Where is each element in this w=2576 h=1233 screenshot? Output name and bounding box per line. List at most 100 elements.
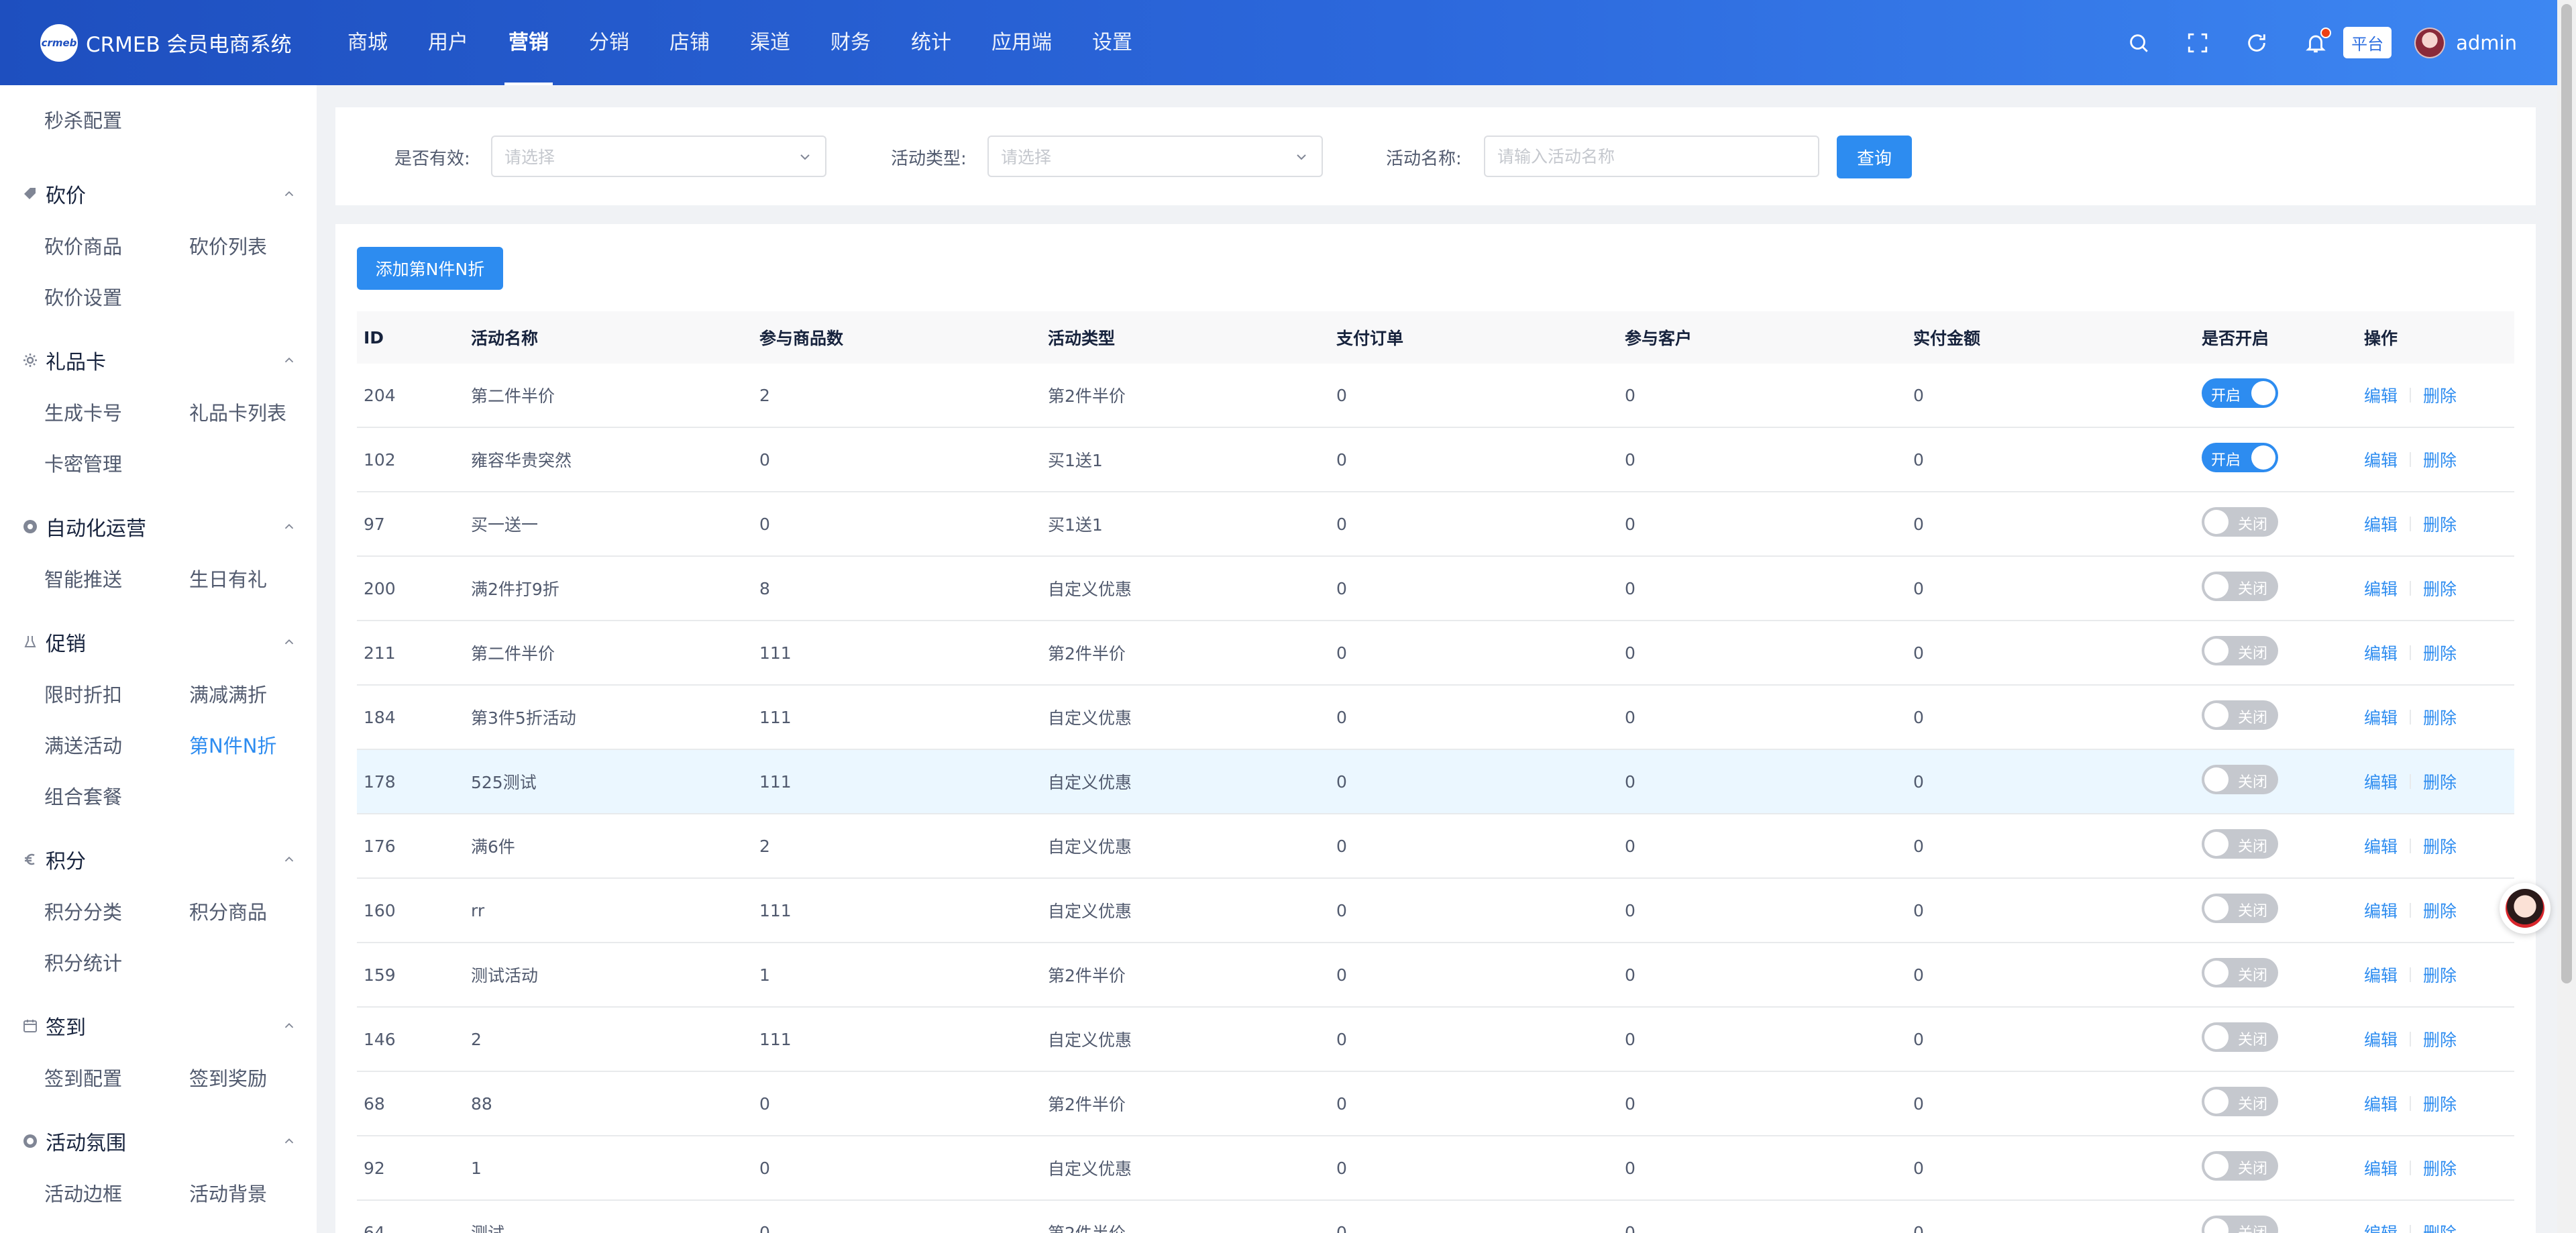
fullscreen-icon[interactable] — [2186, 32, 2209, 54]
search-icon[interactable] — [2127, 32, 2150, 54]
sidebar-group[interactable]: 活动氛围 — [21, 1126, 297, 1156]
edit-link[interactable]: 编辑 — [2364, 769, 2398, 794]
top-nav-item[interactable]: 用户 — [428, 0, 468, 85]
edit-link[interactable]: 编辑 — [2364, 705, 2398, 729]
table-row: 200 满2件打9折 8 自定义优惠 0 0 0 关闭 编辑 删除 — [357, 557, 2514, 621]
sidebar-item[interactable]: 积分分类 — [44, 897, 122, 925]
type-select[interactable]: 请选择 — [987, 136, 1323, 177]
edit-link[interactable]: 编辑 — [2364, 383, 2398, 407]
add-activity-button[interactable]: 添加第N件N折 — [357, 247, 503, 290]
delete-link[interactable]: 删除 — [2423, 898, 2457, 922]
enable-switch[interactable]: 关闭 — [2202, 1087, 2278, 1116]
sidebar-item[interactable]: 组合套餐 — [44, 782, 122, 810]
enable-switch[interactable]: 开启 — [2202, 378, 2278, 408]
sidebar-item[interactable]: 生日有礼 — [189, 564, 267, 592]
top-nav-item[interactable]: 商城 — [347, 0, 388, 85]
user-avatar[interactable] — [2414, 27, 2446, 58]
enable-switch[interactable]: 关闭 — [2202, 572, 2278, 601]
delete-link[interactable]: 删除 — [2423, 512, 2457, 536]
cell-customers: 0 — [1625, 643, 1635, 663]
bell-icon[interactable] — [2304, 27, 2332, 54]
sidebar-item[interactable]: 第N件N折 — [189, 731, 276, 759]
search-button[interactable]: 查询 — [1837, 136, 1912, 178]
edit-link[interactable]: 编辑 — [2364, 1220, 2398, 1233]
edit-link[interactable]: 编辑 — [2364, 834, 2398, 858]
enable-switch[interactable]: 关闭 — [2202, 894, 2278, 923]
valid-select[interactable]: 请选择 — [491, 136, 826, 177]
enable-switch[interactable]: 关闭 — [2202, 507, 2278, 537]
platform-tag[interactable]: 平台 — [2343, 27, 2392, 58]
top-nav-item[interactable]: 分销 — [589, 0, 629, 85]
sidebar-group[interactable]: 积分 — [21, 845, 297, 874]
sidebar-item[interactable]: 卡密管理 — [44, 449, 122, 477]
sidebar-item[interactable]: 限时折扣 — [44, 680, 122, 708]
sidebar-group[interactable]: 自动化运营 — [21, 512, 297, 541]
delete-link[interactable]: 删除 — [2423, 576, 2457, 600]
edit-link[interactable]: 编辑 — [2364, 963, 2398, 987]
sidebar-group[interactable]: 砍价 — [21, 179, 297, 209]
customer-service-avatar[interactable] — [2500, 883, 2551, 934]
delete-link[interactable]: 删除 — [2423, 769, 2457, 794]
sidebar-item[interactable]: 智能推送 — [44, 564, 122, 592]
top-nav-item[interactable]: 营销 — [504, 0, 553, 85]
edit-link[interactable]: 编辑 — [2364, 1091, 2398, 1116]
enable-switch[interactable]: 关闭 — [2202, 1151, 2278, 1181]
sidebar-item[interactable]: 礼品卡列表 — [189, 398, 286, 426]
top-nav-item[interactable]: 财务 — [830, 0, 871, 85]
enable-switch[interactable]: 关闭 — [2202, 1022, 2278, 1052]
cell-actions: 编辑 删除 — [2357, 512, 2501, 536]
delete-link[interactable]: 删除 — [2423, 963, 2457, 987]
enable-switch[interactable]: 关闭 — [2202, 958, 2278, 987]
top-nav-item[interactable]: 渠道 — [750, 0, 790, 85]
cell-goods: 0 — [759, 514, 770, 534]
sidebar-item[interactable]: 活动边框 — [44, 1179, 122, 1207]
edit-link[interactable]: 编辑 — [2364, 576, 2398, 600]
sidebar-item[interactable]: 生成卡号 — [44, 398, 122, 426]
refresh-icon[interactable] — [2245, 32, 2268, 54]
page-scrollbar[interactable] — [2557, 0, 2576, 1233]
delete-link[interactable]: 删除 — [2423, 641, 2457, 665]
sidebar-item[interactable]: 积分商品 — [189, 897, 267, 925]
delete-link[interactable]: 删除 — [2423, 1156, 2457, 1180]
edit-link[interactable]: 编辑 — [2364, 1027, 2398, 1051]
sidebar-group[interactable]: 促销 — [21, 627, 297, 657]
delete-link[interactable]: 删除 — [2423, 1220, 2457, 1233]
sidebar-item[interactable]: 砍价商品 — [44, 231, 122, 260]
sidebar-group[interactable]: 礼品卡 — [21, 345, 297, 375]
sidebar-item[interactable]: 满减满折 — [189, 680, 267, 708]
enable-switch[interactable]: 关闭 — [2202, 765, 2278, 794]
sidebar-item[interactable]: 砍价设置 — [44, 282, 122, 311]
edit-link[interactable]: 编辑 — [2364, 1156, 2398, 1180]
sidebar-item[interactable]: 满送活动 — [44, 731, 122, 759]
top-nav-item[interactable]: 店铺 — [669, 0, 710, 85]
page-scrollbar-thumb[interactable] — [2561, 4, 2572, 983]
delete-link[interactable]: 删除 — [2423, 447, 2457, 472]
sidebar-item[interactable]: 砍价列表 — [189, 231, 267, 260]
enable-switch[interactable]: 关闭 — [2202, 636, 2278, 665]
delete-link[interactable]: 删除 — [2423, 383, 2457, 407]
sidebar-item[interactable]: 签到奖励 — [189, 1063, 267, 1091]
sidebar-item-seckill-config[interactable]: 秒杀配置 — [44, 105, 122, 133]
user-name[interactable]: admin — [2456, 32, 2517, 54]
top-nav-item[interactable]: 统计 — [911, 0, 951, 85]
enable-switch[interactable]: 关闭 — [2202, 1216, 2278, 1233]
enable-switch[interactable]: 关闭 — [2202, 700, 2278, 730]
logo[interactable]: crmeb CRMEB 会员电商系统 — [40, 23, 309, 62]
name-input[interactable] — [1484, 136, 1819, 177]
sidebar-group[interactable]: 签到 — [21, 1011, 297, 1040]
edit-link[interactable]: 编辑 — [2364, 447, 2398, 472]
delete-link[interactable]: 删除 — [2423, 1027, 2457, 1051]
edit-link[interactable]: 编辑 — [2364, 641, 2398, 665]
edit-link[interactable]: 编辑 — [2364, 898, 2398, 922]
enable-switch[interactable]: 关闭 — [2202, 829, 2278, 859]
edit-link[interactable]: 编辑 — [2364, 512, 2398, 536]
enable-switch[interactable]: 开启 — [2202, 443, 2278, 472]
top-nav-item[interactable]: 设置 — [1092, 0, 1132, 85]
delete-link[interactable]: 删除 — [2423, 705, 2457, 729]
delete-link[interactable]: 删除 — [2423, 834, 2457, 858]
delete-link[interactable]: 删除 — [2423, 1091, 2457, 1116]
sidebar-item[interactable]: 签到配置 — [44, 1063, 122, 1091]
top-nav-item[interactable]: 应用端 — [991, 0, 1052, 85]
sidebar-item[interactable]: 活动背景 — [189, 1179, 267, 1207]
sidebar-item[interactable]: 积分统计 — [44, 948, 122, 976]
